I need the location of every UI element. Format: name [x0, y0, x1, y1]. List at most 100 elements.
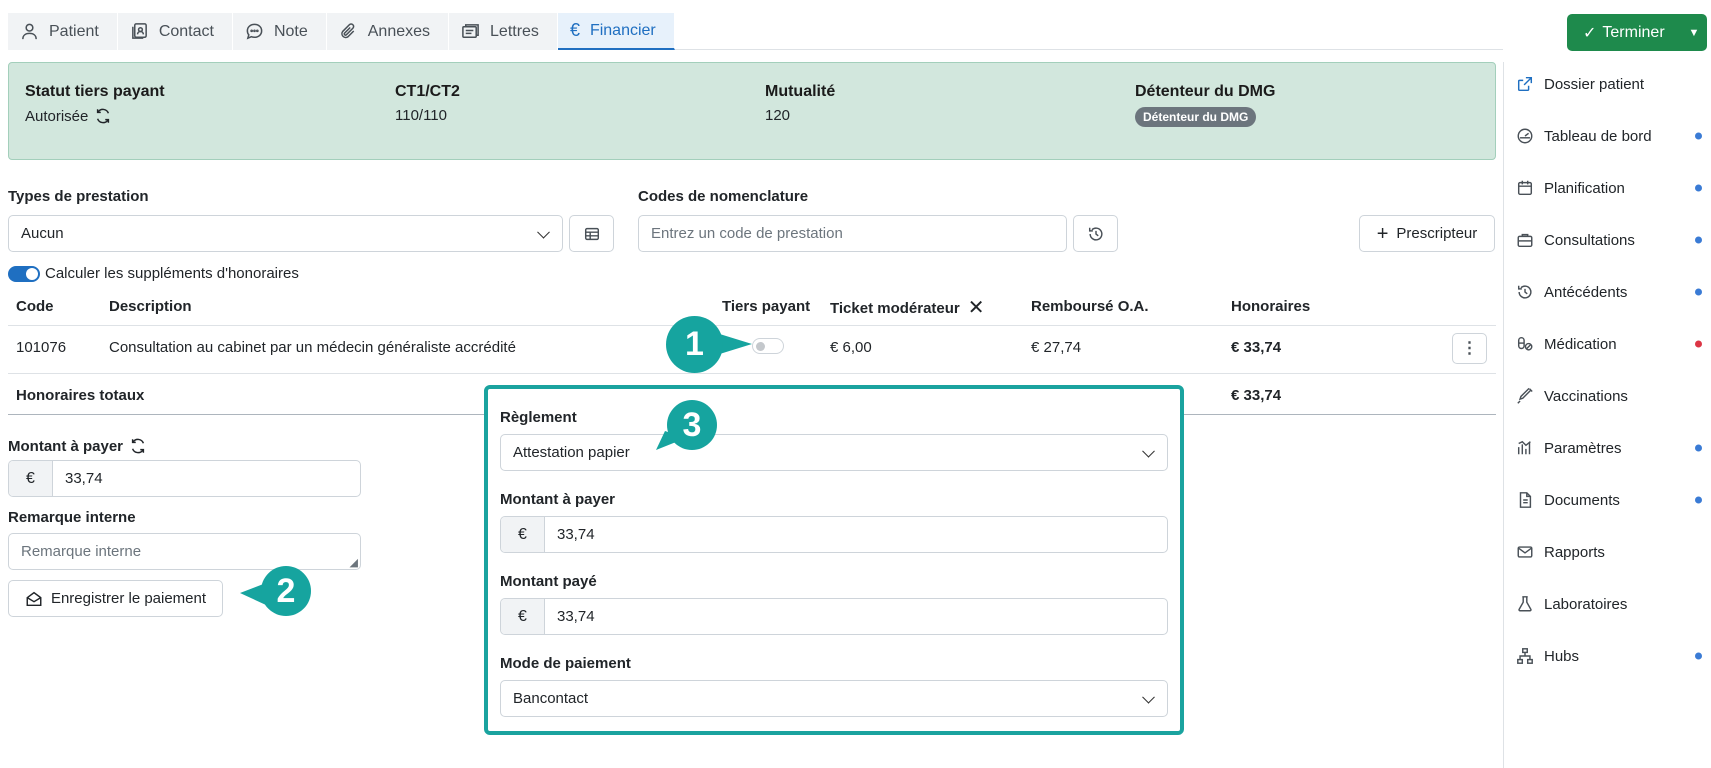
step-marker-3: 3 [667, 400, 717, 450]
tab-contact[interactable]: Contact [117, 13, 233, 50]
more-vertical-icon: ⋮ [1461, 339, 1478, 357]
sidebar-item-hubs[interactable]: Hubs [1516, 647, 1702, 665]
tiers-payant-toggle[interactable] [752, 338, 784, 354]
paye-label: Montant payé [500, 573, 597, 590]
tab-note[interactable]: Note [232, 13, 327, 50]
row-rembourse: € 27,74 [1031, 339, 1082, 356]
status-panel: Statut tiers payant Autorisée CT1/CT2 11… [8, 62, 1496, 160]
euro-prefix: € [501, 599, 545, 634]
history-button[interactable] [1073, 215, 1118, 252]
montant-heading: Montant à payer [8, 437, 147, 455]
tiers-payant-label: Statut tiers payant [25, 83, 165, 100]
col-description: Description [109, 298, 192, 315]
letters-icon [462, 24, 479, 38]
right-sidebar: Dossier patient Tableau de bord Planific… [1503, 62, 1711, 768]
sidebar-item-vaccinations[interactable]: Vaccinations [1516, 387, 1702, 405]
montant-label: Montant à payer [8, 437, 124, 455]
tab-annexes[interactable]: Annexes [326, 13, 450, 50]
ct-label: CT1/CT2 [395, 83, 460, 100]
tab-financier[interactable]: € Financier [557, 13, 675, 50]
sidebar-item-rapports[interactable]: Rapports [1516, 543, 1702, 561]
types-select[interactable]: Aucun [8, 215, 563, 252]
document-icon [1519, 492, 1532, 508]
check-icon: ✓ [1583, 24, 1597, 42]
close-icon[interactable]: ✕ [968, 298, 985, 318]
mode-label: Mode de paiement [500, 655, 631, 672]
reglement-label: Règlement [500, 409, 577, 426]
sidebar-item-consultations[interactable]: Consultations [1516, 231, 1702, 249]
caret-down-icon[interactable]: ▼ [1681, 14, 1707, 51]
calendar-icon [1517, 180, 1533, 196]
chevron-down-icon [1142, 444, 1155, 458]
sidebar-item-parametres[interactable]: Paramètres [1516, 439, 1702, 457]
ct-value: 110/110 [395, 107, 447, 124]
row-code: 101076 [16, 339, 67, 356]
dmg-label: Détenteur du DMG [1135, 83, 1276, 100]
tab-lettres[interactable]: Lettres [449, 13, 558, 50]
sidebar-label: Documents [1544, 491, 1620, 509]
status-dot [1695, 340, 1702, 348]
prescripteur-button[interactable]: + Prescripteur [1359, 215, 1495, 252]
row-menu-button[interactable]: ⋮ [1452, 333, 1487, 364]
total-value: € 33,74 [1231, 387, 1282, 404]
refresh-icon[interactable] [94, 107, 112, 125]
step-marker-2: 2 [261, 566, 311, 616]
euro-prefix: € [9, 461, 53, 496]
table-view-button[interactable] [569, 215, 614, 252]
paye-input[interactable]: € 33,74 [500, 598, 1168, 635]
prescripteur-label: Prescripteur [1396, 225, 1478, 242]
tab-label: Note [273, 22, 308, 40]
tab-patient[interactable]: Patient [8, 13, 118, 50]
row-ticket: € 6,00 [830, 339, 872, 356]
remarque-textarea[interactable]: Remarque interne ◢ [8, 533, 361, 570]
supplements-toggle[interactable] [8, 266, 40, 282]
payment-popup: Règlement Attestation papier Montant à p… [484, 385, 1184, 735]
types-value: Aucun [21, 225, 64, 242]
sidebar-item-medication[interactable]: Médication [1516, 335, 1702, 353]
mutualite-value: 120 [765, 107, 791, 124]
terminer-button[interactable]: ✓ Terminer ▼ [1567, 14, 1707, 51]
col-tiers-payant: Tiers payant [722, 298, 811, 315]
col-ticket-label: Ticket modérateur [830, 299, 960, 317]
tab-label: Contact [158, 22, 214, 40]
reglement-select[interactable]: Attestation papier [500, 434, 1168, 471]
paye-value: 33,74 [557, 608, 595, 625]
sidebar-label: Vaccinations [1544, 387, 1628, 405]
chevron-down-icon [1142, 690, 1155, 704]
chat-icon [246, 23, 263, 40]
sidebar-item-documents[interactable]: Documents [1516, 491, 1702, 509]
status-dot [1695, 184, 1702, 192]
dmg-badge: Détenteur du DMG [1135, 107, 1257, 127]
sidebar-label: Tableau de bord [1544, 127, 1652, 145]
sidebar-item-laboratoires[interactable]: Laboratoires [1516, 595, 1702, 613]
popup-montant-input[interactable]: € 33,74 [500, 516, 1168, 553]
euro-icon: € [569, 20, 580, 40]
network-icon [1517, 648, 1533, 664]
enregistrer-button[interactable]: Enregistrer le paiement [8, 580, 223, 617]
sidebar-item-dossier[interactable]: Dossier patient [1516, 75, 1702, 93]
sidebar-item-tableau[interactable]: Tableau de bord [1516, 127, 1702, 145]
resize-handle-icon[interactable]: ◢ [350, 556, 358, 569]
status-dot [1695, 652, 1702, 660]
divider [8, 325, 1496, 326]
status-dot [1695, 236, 1702, 244]
montant-value: 33,74 [65, 470, 103, 487]
euro-prefix: € [501, 517, 545, 552]
tab-label: Patient [49, 22, 99, 40]
history-icon [1088, 226, 1103, 241]
envelope-icon [1517, 546, 1533, 558]
sidebar-item-antecedents[interactable]: Antécédents [1516, 283, 1702, 301]
row-description: Consultation au cabinet par un médecin g… [109, 339, 516, 356]
sidebar-label: Laboratoires [1544, 595, 1628, 613]
status-dot [1695, 288, 1702, 296]
code-input[interactable]: Entrez un code de prestation [638, 215, 1067, 252]
reglement-value: Attestation papier [513, 444, 630, 461]
syringe-icon [1517, 387, 1533, 404]
sidebar-item-planification[interactable]: Planification [1516, 179, 1702, 197]
refresh-icon[interactable] [129, 437, 147, 455]
paperclip-icon [340, 23, 355, 39]
montant-input[interactable]: € 33,74 [8, 460, 361, 497]
step-marker-1: 1 [666, 316, 723, 373]
code-placeholder: Entrez un code de prestation [651, 225, 843, 242]
mode-select[interactable]: Bancontact [500, 680, 1168, 717]
